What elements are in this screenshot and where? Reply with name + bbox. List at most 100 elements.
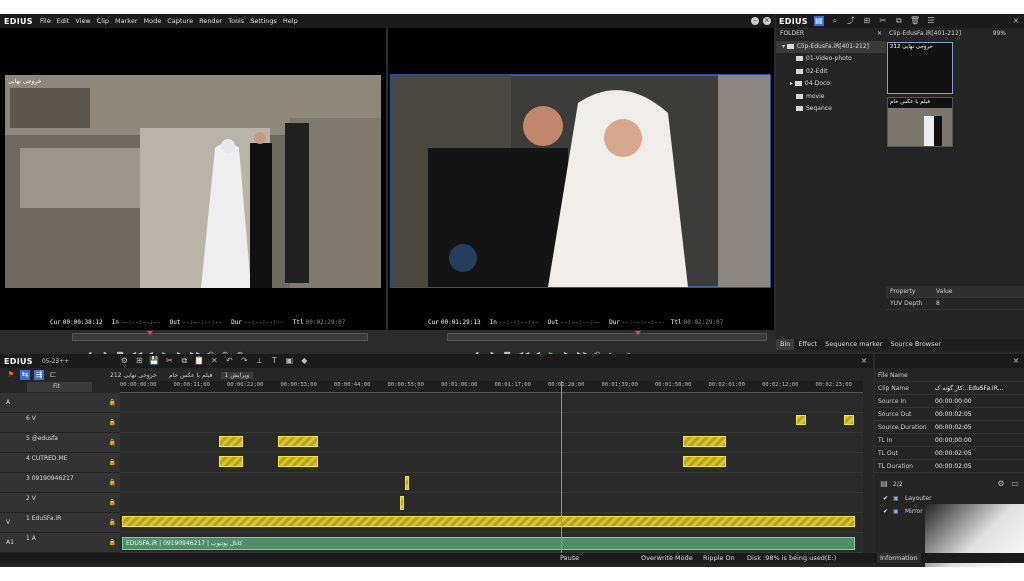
recorder-scrub-bar[interactable] xyxy=(447,331,767,341)
menu-view[interactable]: View xyxy=(72,17,93,25)
track-header[interactable]: V 1 EduSFa.iR 🔒 xyxy=(0,513,120,533)
tab-sequence-marker[interactable]: Sequence marker xyxy=(821,339,886,350)
menu-render[interactable]: Render xyxy=(196,17,225,25)
title-icon[interactable]: T xyxy=(269,356,279,366)
lock-icon[interactable]: 🔒 xyxy=(109,399,116,406)
new-sequence-icon[interactable]: ⊞ xyxy=(134,356,144,366)
player-scrub-bar[interactable] xyxy=(72,331,368,341)
track-row[interactable] xyxy=(120,393,863,413)
snap-icon[interactable]: ⊏ xyxy=(48,370,58,380)
video-clip[interactable] xyxy=(278,456,318,467)
copy-icon[interactable]: ⧉ xyxy=(179,356,189,366)
bin-cut-icon[interactable]: ✂ xyxy=(878,16,888,26)
tab-effect[interactable]: Effect xyxy=(794,339,821,350)
lock-icon[interactable]: 🔒 xyxy=(109,419,116,426)
lock-icon[interactable]: 🔒 xyxy=(109,479,116,486)
track-header[interactable]: A 🔒 xyxy=(0,393,120,413)
info-close-icon[interactable]: × xyxy=(1011,356,1021,366)
menu-file[interactable]: File xyxy=(37,17,54,25)
cut-icon[interactable]: ✂ xyxy=(164,356,174,366)
video-clip[interactable] xyxy=(844,415,854,425)
lock-icon[interactable]: 🔒 xyxy=(109,539,116,546)
lock-icon[interactable]: 🔒 xyxy=(109,499,116,506)
menu-settings[interactable]: Settings xyxy=(247,17,280,25)
recorder-viewer[interactable]: Cur 00:01:29:13 In --:--:--:-- Out --:--:--… xyxy=(388,28,774,330)
minimize-icon[interactable]: – xyxy=(751,17,759,25)
menu-help[interactable]: Help xyxy=(280,17,301,25)
audio-clip[interactable]: EDUSFA.iR | 09190946217 | کانال یوتیوب xyxy=(122,537,855,550)
folder-item[interactable]: ▸ 04-Doco xyxy=(776,78,886,91)
folder-item[interactable]: 01-Video-photo xyxy=(776,53,886,66)
lock-icon[interactable]: 🔒 xyxy=(109,439,116,446)
folder-close-icon[interactable]: × xyxy=(877,28,882,41)
bin-open-icon[interactable]: ⊞ xyxy=(862,16,872,26)
marker-icon[interactable]: ◆ xyxy=(299,356,309,366)
render-icon[interactable]: ▣ xyxy=(284,356,294,366)
menu-capture[interactable]: Capture xyxy=(164,17,196,25)
menu-marker[interactable]: Marker xyxy=(112,17,140,25)
video-clip[interactable] xyxy=(683,436,726,447)
checkbox-icon[interactable]: ✔ xyxy=(883,492,893,505)
track-header[interactable]: 4 CUTRED.ME 🔒 xyxy=(0,453,120,473)
bin-search-icon[interactable]: ⌕ xyxy=(830,16,840,26)
lock-icon[interactable]: 🔒 xyxy=(109,459,116,466)
filter-delete-icon[interactable]: ▭ xyxy=(1010,479,1020,489)
menu-tools[interactable]: Tools xyxy=(225,17,247,25)
track-header[interactable]: 2 V 🔒 xyxy=(0,493,120,513)
sync-lock-icon[interactable]: ⇆ xyxy=(20,370,30,380)
folder-item[interactable]: 02-Edit xyxy=(776,66,886,79)
player-scrub-track[interactable] xyxy=(72,333,368,341)
checkbox-icon[interactable]: ✔ xyxy=(883,505,893,518)
delete-icon[interactable]: ✕ xyxy=(209,356,219,366)
undo-icon[interactable]: ↶ xyxy=(224,356,234,366)
video-clip[interactable] xyxy=(122,516,855,527)
timeline-ruler[interactable]: 00:00:00;00 00:00:11;00 00:00:22;00 00:00:3… xyxy=(120,381,863,393)
save-icon[interactable]: 💾 xyxy=(149,356,159,366)
folder-item[interactable]: Seqance xyxy=(776,103,886,116)
track-header[interactable]: 3 09190946217 🔒 xyxy=(0,473,120,493)
player-viewer[interactable]: خروجی نهایی Cur 00:00:38:12 In --:--:--:--… xyxy=(0,28,386,330)
paste-icon[interactable]: 📋 xyxy=(194,356,204,366)
recorder-scrub-track[interactable] xyxy=(447,333,767,341)
player-scrub-marker[interactable] xyxy=(147,331,153,335)
clip-thumbnail[interactable]: فیلم با عکس خام xyxy=(887,97,953,147)
video-clip[interactable] xyxy=(405,476,409,490)
video-clip[interactable] xyxy=(400,496,404,510)
bin-folder-up-icon[interactable]: ⤴ xyxy=(846,16,856,26)
seq-tab[interactable]: خروجی نهایی 212 xyxy=(106,372,161,379)
recorder-scrub-marker[interactable] xyxy=(635,331,641,335)
track-row[interactable] xyxy=(120,493,863,513)
track-row[interactable] xyxy=(120,413,863,433)
ripple-icon[interactable]: ⇶ xyxy=(34,370,44,380)
seq-tab-active[interactable]: ویرایش 1 xyxy=(220,371,254,379)
seq-tab[interactable]: فیلم با عکس خام xyxy=(165,372,217,379)
bin-view-icon[interactable]: ▤ xyxy=(813,16,824,26)
sequence-settings-icon[interactable]: ⚙ xyxy=(119,356,129,366)
folder-item[interactable]: movie xyxy=(776,91,886,104)
video-clip[interactable] xyxy=(219,436,243,447)
track-mode-icon[interactable]: ⚑ xyxy=(6,370,16,380)
track-header[interactable]: 5 @edusfa 🔒 xyxy=(0,433,120,453)
tab-bin[interactable]: Bin xyxy=(776,339,795,350)
video-clip[interactable] xyxy=(278,436,318,447)
track-header[interactable]: 6 V 🔒 xyxy=(0,413,120,433)
fit-control[interactable]: Fit xyxy=(27,382,92,392)
tab-source-browser[interactable]: Source Browser xyxy=(886,339,945,350)
clip-thumbnail[interactable]: خروجی نهایی 212 xyxy=(887,42,953,94)
lock-icon[interactable]: 🔒 xyxy=(109,519,116,526)
filter-settings-icon[interactable]: ⚙ xyxy=(996,479,1006,489)
bin-close-icon[interactable]: × xyxy=(1011,16,1021,26)
playhead[interactable] xyxy=(561,381,562,553)
bin-properties-icon[interactable]: ☰ xyxy=(926,16,936,26)
add-cut-icon[interactable]: ⟂ xyxy=(254,356,264,366)
information-tab[interactable]: Information xyxy=(877,553,921,563)
folder-root[interactable]: ▾ Clip-EdusFa.iR[401-212] xyxy=(776,40,886,53)
redo-icon[interactable]: ↷ xyxy=(239,356,249,366)
track-area[interactable]: EDUSFA.iR | 09190946217 | کانال یوتیوب xyxy=(120,381,863,553)
close-icon[interactable]: × xyxy=(763,17,771,25)
menu-edit[interactable]: Edit xyxy=(54,17,73,25)
bin-copy-icon[interactable]: ⧉ xyxy=(894,16,904,26)
track-row[interactable] xyxy=(120,473,863,493)
video-clip[interactable] xyxy=(796,415,806,425)
bin-delete-icon[interactable]: 🗑 xyxy=(910,16,920,26)
